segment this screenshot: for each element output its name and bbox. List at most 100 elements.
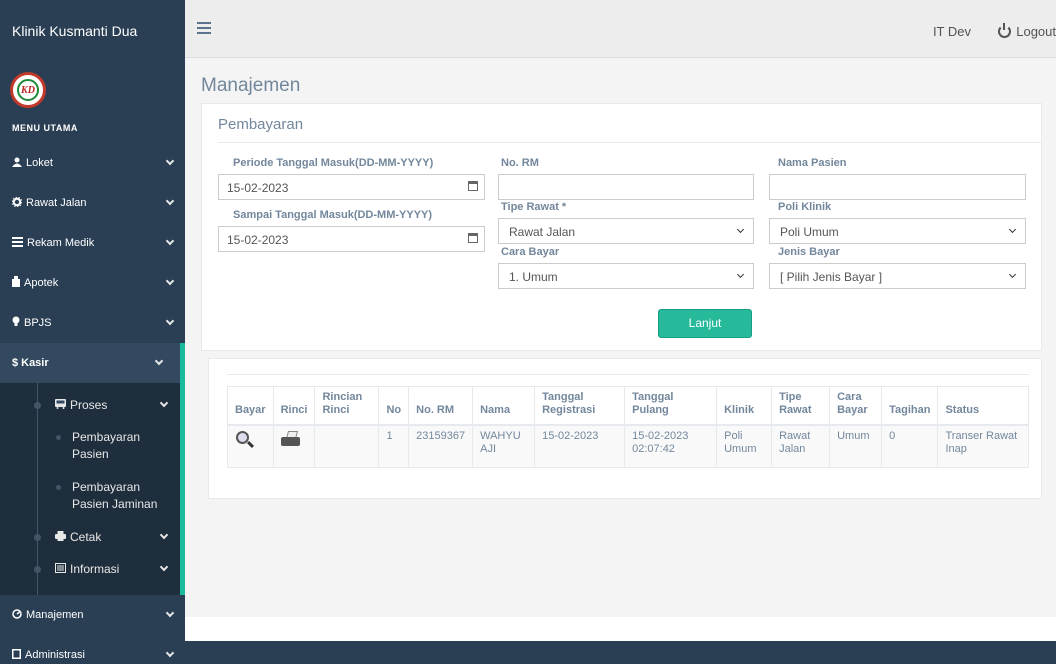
printer-icon[interactable] xyxy=(280,430,301,448)
chevron-down-icon xyxy=(165,156,175,166)
app-name[interactable]: Klinik Kusmanti Dua xyxy=(0,0,185,60)
sidebar-item-cetak[interactable]: Cetak xyxy=(0,521,180,553)
sidebar-item-pembayaran-jaminan[interactable]: Pembayaran Pasien Jaminan xyxy=(0,471,180,521)
rincian-cell xyxy=(314,424,380,468)
print-icon xyxy=(55,530,66,544)
cara-bayar-select[interactable]: 1. Umum xyxy=(498,263,754,289)
sidebar-item-label: Pembayaran xyxy=(72,480,141,494)
tipe-rawat-cell: Rawat Jalan xyxy=(771,424,831,468)
tipe-rawat-select[interactable]: Rawat Jalan xyxy=(498,218,754,244)
user-name[interactable]: IT Dev xyxy=(933,24,971,39)
sidebar-item-rawat-jalan[interactable]: Rawat Jalan xyxy=(0,183,185,223)
no-rm-label: No. RM xyxy=(501,157,539,169)
content-footer xyxy=(185,617,1056,641)
search-icon[interactable] xyxy=(235,430,255,449)
chevron-down-icon xyxy=(736,270,745,279)
chevron-down-icon xyxy=(159,530,169,540)
sidebar-item-label: Rekam Medik xyxy=(27,237,95,249)
chevron-down-icon xyxy=(154,356,164,366)
jenis-bayar-select[interactable]: [ Pilih Jenis Bayar ] xyxy=(769,263,1026,289)
col-nama: Nama xyxy=(472,386,536,426)
col-bayar: Bayar xyxy=(227,386,274,426)
sidebar-item-apotek[interactable]: Apotek xyxy=(0,263,185,303)
calendar-icon xyxy=(468,181,478,191)
top-nav: IT Dev Logout xyxy=(185,0,1056,58)
chevron-down-icon xyxy=(1008,225,1017,234)
sidebar-item-proses[interactable]: Proses xyxy=(0,389,180,421)
jenis-bayar-label: Jenis Bayar xyxy=(778,246,840,258)
poli-klinik-label: Poli Klinik xyxy=(778,201,832,213)
col-rincian-rinci: Rincian Rinci xyxy=(314,386,380,426)
periode-date-field[interactable]: 15-02-2023 xyxy=(218,174,485,200)
status-cell: Transer Rawat Inap xyxy=(937,424,1030,468)
col-tanggal-pulang: Tanggal Pulang xyxy=(624,386,718,426)
col-cara-bayar: Cara Bayar xyxy=(829,386,883,426)
panel-title: Pembayaran xyxy=(218,116,304,133)
sidebar-item-label: Pasien Jaminan xyxy=(72,497,158,511)
list-alt-icon xyxy=(55,562,66,576)
poli-klinik-value: Poli Umum xyxy=(780,225,839,239)
no-cell: 1 xyxy=(378,424,410,468)
sidebar-item-bpjs[interactable]: BPJS xyxy=(0,303,185,343)
medkit-icon xyxy=(12,276,20,290)
col-no-rm: No. RM xyxy=(408,386,474,426)
tipe-rawat-label: Tipe Rawat * xyxy=(501,201,567,213)
jenis-bayar-value: [ Pilih Jenis Bayar ] xyxy=(780,270,883,284)
poli-klinik-select[interactable]: Poli Umum xyxy=(769,218,1026,244)
sampai-date-field[interactable]: 15-02-2023 xyxy=(218,226,485,252)
payment-table: Bayar Rinci Rincian Rinci No No. RM Nama … xyxy=(227,386,1030,468)
bus-icon xyxy=(55,398,66,412)
lanjut-button[interactable]: Lanjut xyxy=(658,309,752,338)
chevron-down-icon xyxy=(1008,270,1017,279)
calendar-icon xyxy=(468,233,478,243)
list-icon xyxy=(12,236,23,250)
tanggal-pulang-cell: 15-02-2023 02:07:42 xyxy=(624,424,718,468)
tagihan-cell: 0 xyxy=(881,424,939,468)
cara-bayar-cell: Umum xyxy=(829,424,883,468)
sidebar-item-label: BPJS xyxy=(24,317,52,329)
sidebar-item-manajemen[interactable]: Manajemen xyxy=(0,595,185,635)
rinci-cell xyxy=(272,424,316,468)
sidebar-item-pembayaran-pasien[interactable]: Pembayaran Pasien xyxy=(0,421,180,471)
dollar-icon: $ xyxy=(12,357,19,369)
sidebar-item-loket[interactable]: Loket xyxy=(0,143,185,183)
sampai-value: 15-02-2023 xyxy=(227,233,289,247)
square-icon xyxy=(12,648,21,662)
nama-pasien-label: Nama Pasien xyxy=(778,157,847,169)
chevron-down-icon xyxy=(159,562,169,572)
results-panel: Bayar Rinci Rincian Rinci No No. RM Nama … xyxy=(208,358,1042,499)
logo-text: KD xyxy=(17,79,39,101)
kasir-submenu: Proses Pembayaran Pasien Pembayaran Pasi… xyxy=(0,383,180,595)
col-klinik: Klinik xyxy=(716,386,773,426)
table-row: 1 23159367 WAHYU AJI 15-02-2023 15-02-202… xyxy=(227,424,1030,468)
logout-button[interactable]: Logout xyxy=(998,23,1056,39)
nama-pasien-field[interactable] xyxy=(769,174,1026,200)
no-rm-field[interactable] xyxy=(498,174,754,200)
no-rm-cell: 23159367 xyxy=(408,424,474,468)
user-icon xyxy=(12,157,22,170)
nama-cell: WAHYU AJI xyxy=(472,424,536,468)
col-no: No xyxy=(378,386,410,426)
sampai-label: Sampai Tanggal Masuk(DD-MM-YYYY) xyxy=(233,209,433,221)
chevron-down-icon xyxy=(165,236,175,246)
chevron-down-icon xyxy=(736,225,745,234)
chevron-down-icon xyxy=(165,196,175,206)
logout-label: Logout xyxy=(1016,24,1056,39)
sidebar-item-rekam-medik[interactable]: Rekam Medik xyxy=(0,223,185,263)
sidebar-item-label: Manajemen xyxy=(26,609,84,621)
chevron-down-icon xyxy=(165,316,175,326)
cara-bayar-value: 1. Umum xyxy=(509,270,558,284)
gear-icon xyxy=(11,196,23,210)
panel-divider xyxy=(227,374,1029,375)
lightbulb-icon xyxy=(12,316,20,330)
col-tagihan: Tagihan xyxy=(881,386,939,426)
sidebar-item-informasi[interactable]: Informasi xyxy=(0,553,180,585)
periode-value: 15-02-2023 xyxy=(227,181,289,195)
panel-divider xyxy=(218,142,1041,143)
sidebar-item-kasir[interactable]: $ Kasir xyxy=(0,343,180,383)
power-icon xyxy=(998,23,1012,38)
menu-toggle-icon[interactable] xyxy=(197,22,211,34)
sidebar-section-kasir: $ Kasir Proses Pembayaran Pasien Pembayar… xyxy=(0,343,185,595)
sidebar-item-administrasi[interactable]: Administrasi xyxy=(0,635,185,664)
chevron-down-icon xyxy=(165,648,175,658)
